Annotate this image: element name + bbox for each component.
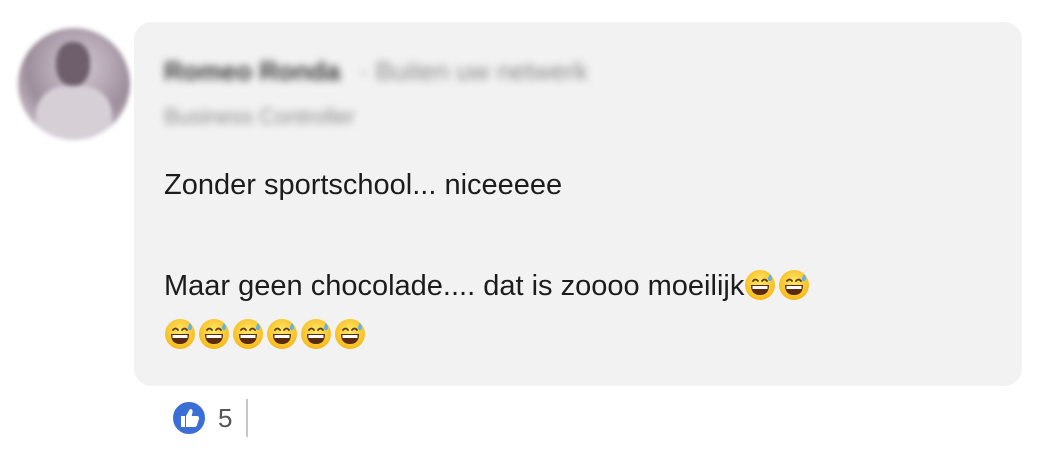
comment-text-2: Maar geen chocolade.... dat is zoooo moe… bbox=[164, 270, 745, 302]
avatar-head bbox=[56, 42, 90, 86]
grinning-face-with-sweat-emoji bbox=[233, 319, 263, 349]
author-line: Romeo Ronda · Buiten uw netwerk bbox=[164, 56, 588, 87]
avatar[interactable] bbox=[18, 28, 130, 140]
grinning-face-with-sweat-emoji bbox=[199, 319, 229, 349]
author-relation-text: Buiten uw netwerk bbox=[375, 56, 588, 86]
grinning-face-with-sweat-emoji bbox=[165, 319, 195, 349]
comment-line-2: Maar geen chocolade.... dat is zoooo moe… bbox=[164, 267, 812, 305]
like-count[interactable]: 5 bbox=[218, 403, 232, 434]
comment: Romeo Ronda · Buiten uw netwerk Business… bbox=[0, 0, 1040, 452]
author-name[interactable]: Romeo Ronda bbox=[164, 56, 340, 86]
comment-line-3 bbox=[164, 316, 368, 354]
grinning-face-with-sweat-emoji bbox=[335, 319, 365, 349]
comment-line-1: Zonder sportschool... niceeeee bbox=[164, 166, 562, 204]
grinning-face-with-sweat-emoji bbox=[779, 270, 810, 300]
author-relation: · Buiten uw netwerk bbox=[352, 56, 588, 86]
grinning-face-with-sweat-emoji bbox=[267, 319, 297, 349]
avatar-body bbox=[36, 86, 112, 140]
comment-text-1: Zonder sportschool... niceeeee bbox=[164, 169, 563, 201]
grinning-face-with-sweat-emoji bbox=[745, 270, 776, 300]
emoji-row-1 bbox=[744, 270, 812, 302]
divider bbox=[246, 399, 249, 437]
reactions-bar: 5 bbox=[170, 398, 249, 438]
author-subtitle: Business Controller bbox=[164, 104, 355, 129]
thumbs-up-icon[interactable] bbox=[170, 399, 208, 437]
comment-bubble: Romeo Ronda · Buiten uw netwerk Business… bbox=[134, 22, 1022, 386]
emoji-row-2 bbox=[164, 319, 368, 351]
grinning-face-with-sweat-emoji bbox=[301, 319, 331, 349]
